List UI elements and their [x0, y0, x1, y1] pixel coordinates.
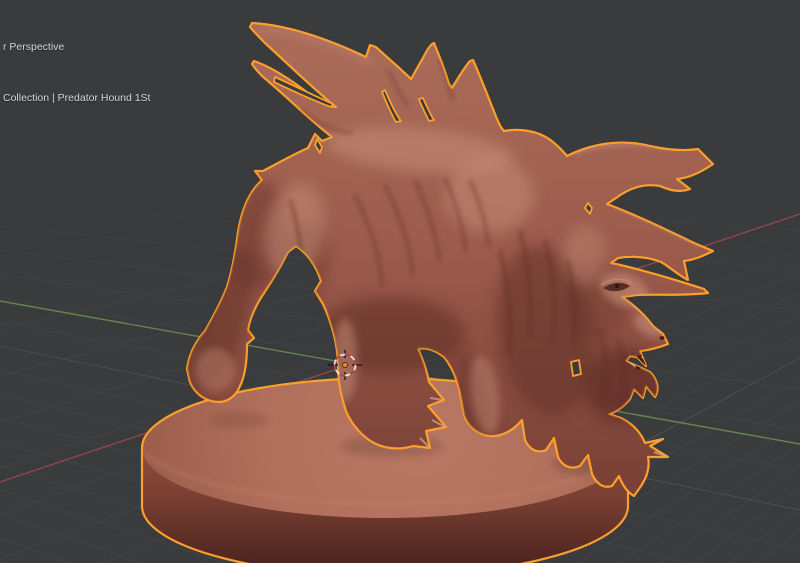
paw-shadow	[210, 412, 270, 428]
blender-3d-viewport[interactable]: r Perspective Collection | Predator Houn…	[0, 0, 800, 563]
viewport-canvas[interactable]	[0, 0, 800, 563]
nostril	[659, 336, 665, 340]
